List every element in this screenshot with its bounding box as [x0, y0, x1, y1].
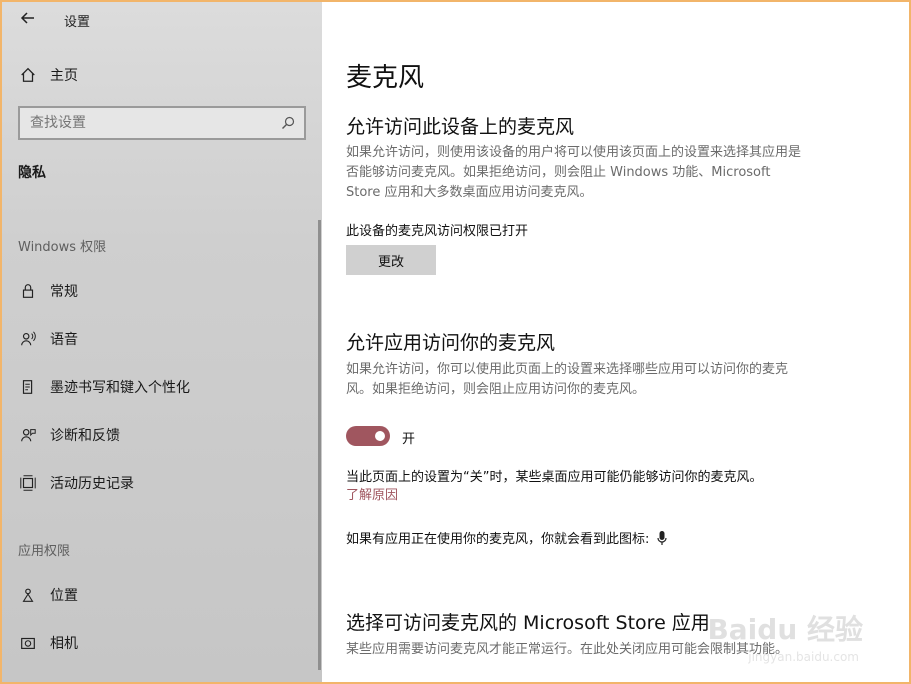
title-bar: 设置 — [2, 2, 322, 36]
page-title: 麦克风 — [346, 63, 425, 93]
sidebar-item-activity[interactable]: 活动历史记录 — [18, 470, 308, 496]
sidebar-item-general[interactable]: 常规 — [18, 278, 308, 304]
section-heading-apps: 应用权限 — [18, 544, 71, 559]
search-icon[interactable] — [280, 115, 296, 131]
sidebar-item-diagnostics[interactable]: 诊断和反馈 — [18, 422, 308, 448]
inking-icon — [18, 377, 38, 397]
toggle-label: 开 — [402, 432, 416, 447]
sidebar-item-label: 主页 — [50, 68, 78, 84]
app-access-description: 如果允许访问，你可以使用此页面上的设置来选择哪些应用可以访问你的麦克风。如果拒绝… — [346, 362, 789, 397]
section-heading-app-access: 允许应用访问你的麦克风 — [346, 332, 556, 354]
indicator-text: 如果有应用正在使用你的麦克风，你就会看到此图标: — [346, 532, 650, 547]
sidebar-item-label: 墨迹书写和键入个性化 — [50, 380, 190, 396]
sidebar-item-location[interactable]: 位置 — [18, 582, 308, 608]
sidebar-item-label: 常规 — [50, 284, 78, 300]
sidebar-item-camera[interactable]: 相机 — [18, 630, 308, 656]
location-icon — [18, 585, 38, 605]
microphone-icon — [655, 530, 669, 546]
sidebar-item-home[interactable]: 主页 — [18, 62, 308, 88]
change-button[interactable]: 更改 — [346, 245, 436, 275]
device-access-description: 如果允许访问，则使用该设备的用户将可以使用该页面上的设置来选择其应用是否能够访问… — [346, 145, 802, 200]
watermark-url: jingyan.baidu.com — [748, 650, 859, 664]
activity-icon — [18, 473, 38, 493]
section-heading-store-apps: 选择可访问麦克风的 Microsoft Store 应用 — [346, 612, 710, 634]
app-title: 设置 — [64, 15, 91, 30]
back-arrow-icon[interactable] — [18, 8, 38, 28]
sidebar-item-label: 诊断和反馈 — [50, 428, 120, 444]
sidebar-scrollbar[interactable] — [318, 220, 321, 670]
app-access-toggle[interactable] — [346, 426, 390, 446]
watermark-logo: Baidu 经验 — [707, 613, 863, 646]
lock-icon — [18, 281, 38, 301]
device-access-status: 此设备的麦克风访问权限已打开 — [346, 224, 529, 239]
search-input[interactable] — [20, 114, 272, 132]
category-title: 隐私 — [18, 165, 46, 181]
search-box[interactable] — [18, 106, 306, 140]
sidebar-item-label: 语音 — [50, 332, 78, 348]
learn-why-link[interactable]: 了解原因 — [346, 484, 398, 503]
sidebar-item-speech[interactable]: 语音 — [18, 326, 308, 352]
sidebar-item-label: 位置 — [50, 588, 78, 604]
speech-icon — [18, 329, 38, 349]
main-panel: 麦克风 允许访问此设备上的麦克风 如果允许访问，则使用该设备的用户将可以使用该页… — [322, 2, 909, 682]
home-icon — [18, 65, 38, 85]
sidebar: 设置 主页 隐私 Windows 权限 常规 语音 墨迹书写和键入个性化 — [2, 2, 322, 682]
toggle-knob — [375, 431, 385, 441]
sidebar-item-label: 活动历史记录 — [50, 476, 134, 492]
sidebar-item-inking[interactable]: 墨迹书写和键入个性化 — [18, 374, 308, 400]
camera-icon — [18, 633, 38, 653]
desktop-apps-note: 当此页面上的设置为“关”时，某些桌面应用可能仍能够访问你的麦克风。 — [346, 470, 763, 485]
section-heading-device-access: 允许访问此设备上的麦克风 — [346, 116, 575, 138]
section-heading-windows: Windows 权限 — [18, 240, 107, 255]
diagnostics-icon — [18, 425, 38, 445]
indicator-row: 如果有应用正在使用你的麦克风，你就会看到此图标: — [346, 528, 669, 547]
sidebar-item-label: 相机 — [50, 636, 78, 652]
